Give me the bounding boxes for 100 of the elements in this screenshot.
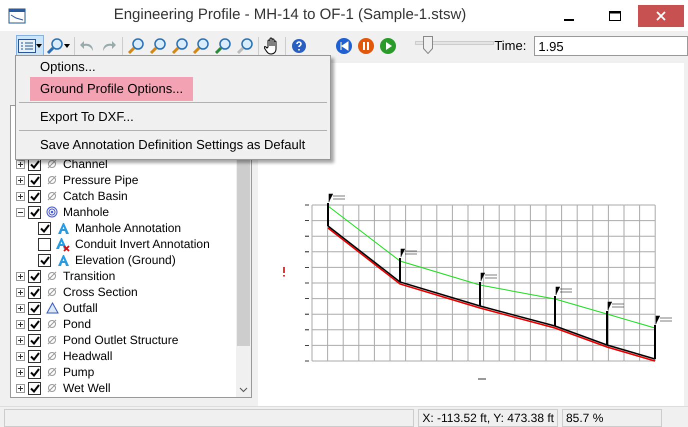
- checkbox[interactable]: [28, 350, 41, 362]
- tree-item[interactable]: Manhole Annotation: [75, 219, 182, 237]
- manhole-line: [654, 325, 656, 359]
- expand-icon[interactable]: [16, 288, 25, 296]
- tree-item[interactable]: Manhole: [63, 203, 110, 221]
- expand-icon[interactable]: [16, 176, 25, 184]
- time-label: Time:: [494, 37, 526, 56]
- tree-item[interactable]: Elevation (Ground): [75, 251, 176, 269]
- annotation-icon: [56, 254, 70, 266]
- annotation-leader: [656, 316, 672, 324]
- no-symbol-icon: [47, 287, 57, 297]
- annotation-leader: [480, 272, 498, 282]
- axis-title-mark: [283, 266, 285, 278]
- expand-icon[interactable]: [16, 368, 25, 376]
- maximize-icon: [609, 10, 621, 20]
- magnifier-icon: [214, 37, 232, 55]
- tree-item[interactable]: Outfall: [63, 299, 98, 317]
- collapse-icon[interactable]: [16, 208, 25, 216]
- zoom-readout: 85.7 %: [562, 408, 662, 426]
- caret-icon: [64, 44, 70, 48]
- zoom-in-icon: [148, 37, 167, 55]
- menu-item[interactable]: Save Annotation Definition Settings as Default: [30, 133, 316, 157]
- expand-icon[interactable]: [16, 384, 25, 392]
- checkbox[interactable]: [28, 270, 41, 282]
- zoom-out-icon: [170, 37, 189, 55]
- pause-icon: [357, 37, 376, 55]
- checkbox[interactable]: [28, 382, 41, 394]
- help-icon: [290, 38, 307, 54]
- checkbox[interactable]: [28, 174, 41, 186]
- checkbox[interactable]: [28, 190, 41, 202]
- expand-icon[interactable]: [16, 320, 25, 328]
- annotation-icon: [56, 222, 70, 234]
- menu-item[interactable]: Export To DXF...: [30, 105, 144, 129]
- tree-item[interactable]: Pond Outlet Structure: [63, 331, 178, 349]
- tree-item[interactable]: Conduit Invert Annotation: [75, 235, 210, 253]
- manhole-line: [479, 282, 481, 306]
- expand-icon[interactable]: [16, 336, 25, 344]
- checkbox[interactable]: [28, 334, 41, 346]
- no-symbol-icon: [47, 175, 57, 185]
- options-dropdown-button[interactable]: [16, 35, 44, 57]
- expand-icon[interactable]: [16, 352, 25, 360]
- magnifier-icon: [127, 37, 146, 55]
- tree-item[interactable]: Pond: [63, 315, 92, 333]
- triangle-icon: [46, 302, 58, 314]
- concentric-circles-icon: [46, 206, 58, 218]
- checkbox[interactable]: [28, 206, 41, 218]
- checkbox[interactable]: [38, 222, 51, 234]
- no-symbol-icon: [47, 367, 57, 377]
- tree-item[interactable]: Headwall: [63, 347, 112, 365]
- no-symbol-icon: [47, 191, 57, 201]
- manhole-line: [606, 311, 608, 345]
- expand-icon[interactable]: [16, 192, 25, 200]
- tree-item[interactable]: Catch Basin: [63, 187, 128, 205]
- time-slider[interactable]: [415, 36, 494, 56]
- window-title: Engineering Profile - MH-14 to OF-1 (Sample-1.stsw): [114, 6, 466, 24]
- axis-title-mark: [478, 378, 486, 380]
- tree-item[interactable]: Cross Section: [63, 283, 138, 301]
- coordinates-readout: X: -113.52 ft, Y: 473.38 ft: [418, 408, 558, 426]
- rewind-icon: [335, 37, 354, 55]
- no-symbol-icon: [47, 335, 57, 345]
- magnifier-icon: [46, 37, 64, 55]
- manhole-line: [554, 296, 556, 326]
- time-field[interactable]: 1.95: [534, 36, 688, 56]
- no-symbol-icon: [47, 383, 57, 393]
- no-symbol-icon: [47, 351, 57, 361]
- no-symbol-icon: [47, 319, 57, 329]
- annotation-leader: [328, 194, 346, 202]
- checkbox[interactable]: [28, 366, 41, 378]
- slider-thumb[interactable]: [423, 36, 434, 54]
- magnifier-icon: [192, 37, 210, 55]
- minimize-icon: [564, 18, 574, 20]
- tree-item[interactable]: Pressure Pipe: [63, 171, 138, 189]
- annotation-hidden-icon: [55, 236, 71, 252]
- menu-item[interactable]: Ground Profile Options...: [30, 77, 194, 101]
- checkbox[interactable]: [28, 318, 41, 330]
- scroll-down-icon: [239, 387, 248, 393]
- checkbox[interactable]: [28, 302, 41, 314]
- annotation-leader: [608, 302, 624, 310]
- checkbox[interactable]: [28, 286, 41, 298]
- expand-icon[interactable]: [16, 304, 25, 312]
- caret-icon: [36, 44, 42, 48]
- expand-icon[interactable]: [16, 272, 25, 280]
- close-icon: [656, 10, 666, 20]
- menu-item[interactable]: Options...: [30, 55, 106, 79]
- manhole-line: [399, 258, 401, 282]
- tree-item[interactable]: Transition: [63, 267, 116, 285]
- checkbox[interactable]: [38, 254, 51, 266]
- annotation-leader: [556, 286, 572, 296]
- manhole-line: [327, 203, 329, 226]
- app-icon: [8, 8, 26, 24]
- expand-icon[interactable]: [16, 160, 25, 168]
- annotation-leader: [400, 248, 418, 258]
- list-icon: [18, 39, 36, 53]
- tree-item[interactable]: Wet Well: [63, 379, 111, 397]
- tree-item[interactable]: Pump: [63, 363, 94, 381]
- play-icon: [379, 37, 398, 55]
- checkbox[interactable]: [38, 238, 51, 250]
- close-button[interactable]: [638, 4, 684, 26]
- no-symbol-icon: [47, 271, 57, 281]
- magnifier-icon: [236, 37, 254, 55]
